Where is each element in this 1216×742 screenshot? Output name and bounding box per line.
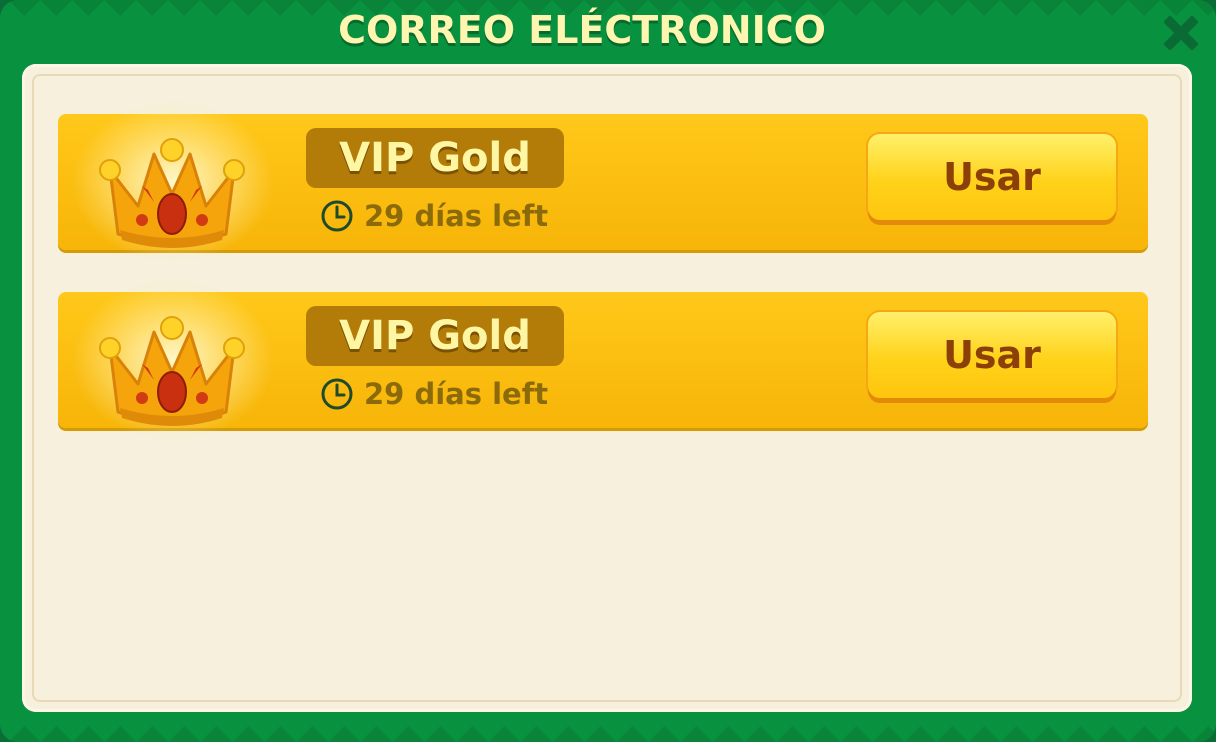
frame-bottom-pattern	[0, 726, 1216, 742]
close-button[interactable]	[1158, 10, 1204, 56]
mail-item: VIP Gold 29 días left Usar	[58, 268, 1148, 452]
item-name-tag: VIP Gold	[306, 128, 564, 188]
crown-icon	[58, 268, 288, 452]
clock-icon	[321, 378, 353, 410]
dialog-title: CORREO ELÉCTRONICO	[338, 8, 826, 52]
use-button[interactable]: Usar	[868, 134, 1116, 220]
time-remaining: 29 días left	[320, 376, 548, 412]
time-remaining: 29 días left	[320, 198, 548, 234]
mail-list-panel: VIP Gold 29 días left Usar VIP Gold 29 d…	[22, 64, 1192, 712]
clock-icon	[321, 200, 353, 232]
mail-dialog: CORREO ELÉCTRONICO VIP Gold 29 días left…	[0, 0, 1216, 742]
item-name-tag: VIP Gold	[306, 306, 564, 366]
close-x-icon	[1164, 16, 1198, 50]
time-left-text: 29 días left	[364, 199, 549, 233]
mail-item: VIP Gold 29 días left Usar	[58, 90, 1148, 274]
time-left-text: 29 días left	[364, 377, 549, 411]
crown-icon	[58, 90, 288, 274]
use-button[interactable]: Usar	[868, 312, 1116, 398]
